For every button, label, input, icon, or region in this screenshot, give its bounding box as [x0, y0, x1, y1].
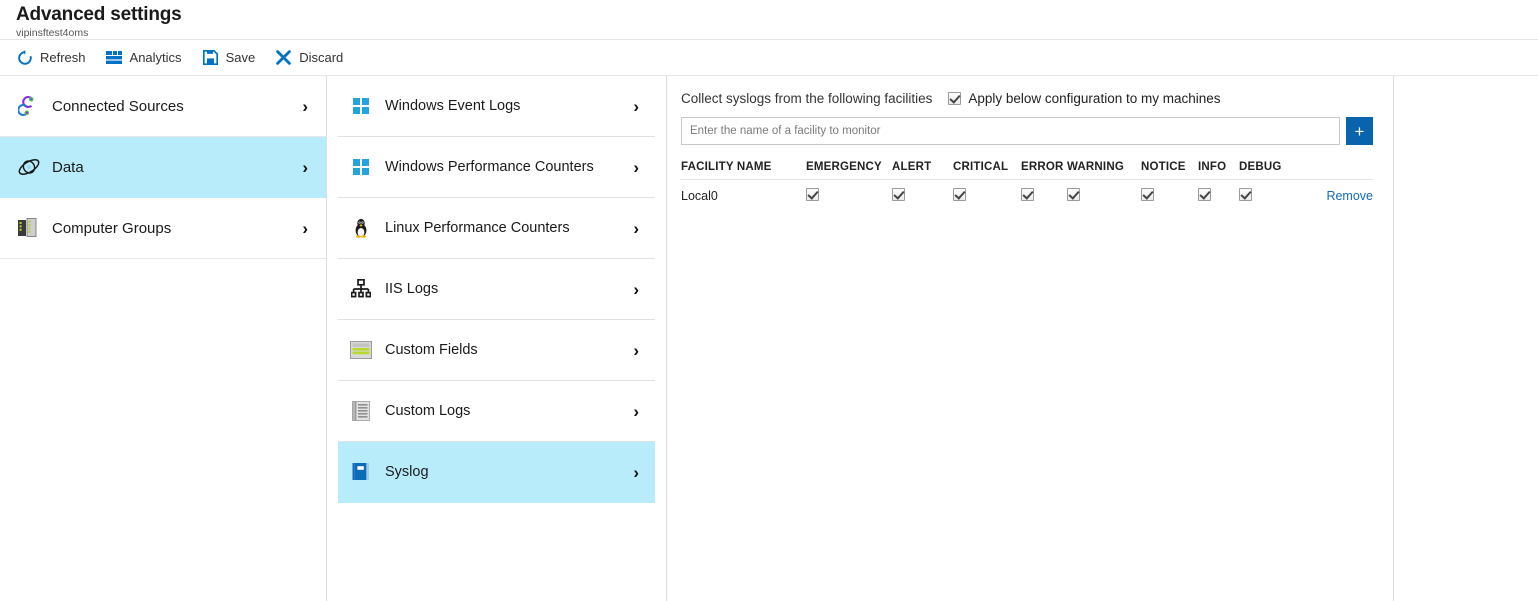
- content-area: Connected Sources › Data ›: [0, 76, 1538, 601]
- page-header: Advanced settings vipinsftest4oms: [0, 0, 1538, 40]
- add-facility-button[interactable]: +: [1346, 117, 1373, 145]
- table-row: Local0 Remove: [681, 180, 1373, 211]
- computer-groups-icon: [14, 217, 44, 239]
- chevron-right-icon: ›: [633, 159, 639, 176]
- chevron-right-icon: ›: [633, 464, 639, 481]
- column-header-info: INFO: [1198, 161, 1239, 180]
- table-header-row: FACILITY NAME EMERGENCY ALERT CRITICAL E…: [681, 161, 1373, 180]
- command-toolbar: Refresh Analytics Save: [0, 40, 1538, 76]
- column-header-debug: DEBUG: [1239, 161, 1301, 180]
- facilities-table: FACILITY NAME EMERGENCY ALERT CRITICAL E…: [681, 161, 1373, 210]
- chevron-right-icon: ›: [302, 220, 308, 237]
- checkbox-error[interactable]: [1021, 188, 1034, 201]
- data-source-windows-event-logs[interactable]: Windows Event Logs ›: [338, 76, 655, 137]
- column-header-actions: [1301, 161, 1373, 180]
- checkbox-critical[interactable]: [953, 188, 966, 201]
- chevron-right-icon: ›: [302, 98, 308, 115]
- linux-penguin-icon: [347, 218, 375, 238]
- apply-config-label: Apply below configuration to my machines: [968, 91, 1220, 106]
- sidebar-item-label: Data: [52, 159, 302, 176]
- syslog-book-icon: [347, 462, 375, 482]
- discard-button[interactable]: Discard: [275, 46, 343, 70]
- data-source-label: Linux Performance Counters: [385, 220, 633, 236]
- data-source-label: Custom Logs: [385, 403, 633, 419]
- custom-logs-document-icon: [347, 401, 375, 421]
- save-icon: [202, 49, 219, 66]
- checkbox-info[interactable]: [1198, 188, 1211, 201]
- page-title: Advanced settings: [16, 4, 1538, 26]
- analytics-label: Analytics: [130, 50, 182, 65]
- sitemap-icon: [347, 279, 375, 299]
- sidebar-item-data[interactable]: Data ›: [0, 137, 326, 198]
- analytics-button[interactable]: Analytics: [106, 46, 182, 70]
- refresh-button[interactable]: Refresh: [16, 46, 86, 70]
- chevron-right-icon: ›: [302, 159, 308, 176]
- data-source-label: Windows Event Logs: [385, 98, 633, 114]
- chevron-right-icon: ›: [633, 281, 639, 298]
- collect-row: Collect syslogs from the following facil…: [681, 88, 1373, 108]
- checkbox-emergency[interactable]: [806, 188, 819, 201]
- refresh-label: Refresh: [40, 50, 86, 65]
- chevron-right-icon: ›: [633, 220, 639, 237]
- data-source-custom-fields[interactable]: Custom Fields ›: [338, 320, 655, 381]
- apply-config-checkbox-box[interactable]: [948, 92, 961, 105]
- custom-fields-table-icon: [347, 341, 375, 359]
- data-source-custom-logs[interactable]: Custom Logs ›: [338, 381, 655, 442]
- checkbox-alert[interactable]: [892, 188, 905, 201]
- data-source-windows-performance-counters[interactable]: Windows Performance Counters ›: [338, 137, 655, 198]
- syslog-config-panel: Collect syslogs from the following facil…: [667, 76, 1394, 601]
- checkbox-warning[interactable]: [1067, 188, 1080, 201]
- column-header-notice: NOTICE: [1141, 161, 1198, 180]
- apply-config-checkbox[interactable]: Apply below configuration to my machines: [948, 91, 1220, 106]
- sidebar-item-computer-groups[interactable]: Computer Groups ›: [0, 198, 326, 259]
- column-header-warning: WARNING: [1067, 161, 1141, 180]
- facility-add-row: +: [681, 117, 1373, 145]
- settings-sidebar: Connected Sources › Data ›: [0, 76, 327, 601]
- data-source-iis-logs[interactable]: IIS Logs ›: [338, 259, 655, 320]
- column-header-alert: ALERT: [892, 161, 953, 180]
- discard-icon: [275, 49, 292, 66]
- checkbox-debug[interactable]: [1239, 188, 1252, 201]
- analytics-icon: [106, 49, 123, 66]
- chevron-right-icon: ›: [633, 98, 639, 115]
- save-label: Save: [226, 50, 256, 65]
- refresh-icon: [16, 49, 33, 66]
- sidebar-item-label: Computer Groups: [52, 220, 302, 237]
- data-source-linux-performance-counters[interactable]: Linux Performance Counters ›: [338, 198, 655, 259]
- column-header-emergency: EMERGENCY: [806, 161, 892, 180]
- windows-logo-icon: [347, 159, 375, 175]
- sidebar-item-connected-sources[interactable]: Connected Sources ›: [0, 76, 326, 137]
- column-header-error: ERROR: [1021, 161, 1067, 180]
- data-source-list: Windows Event Logs › Windows Performance…: [327, 76, 667, 601]
- sidebar-item-label: Connected Sources: [52, 98, 302, 115]
- remove-facility-link[interactable]: Remove: [1326, 189, 1373, 203]
- checkbox-notice[interactable]: [1141, 188, 1154, 201]
- column-header-critical: CRITICAL: [953, 161, 1021, 180]
- chevron-right-icon: ›: [633, 342, 639, 359]
- column-header-facility-name: FACILITY NAME: [681, 161, 806, 180]
- data-icon: [14, 156, 44, 178]
- data-source-label: Custom Fields: [385, 342, 633, 358]
- data-source-label: IIS Logs: [385, 281, 633, 297]
- windows-logo-icon: [347, 98, 375, 114]
- data-source-label: Syslog: [385, 464, 633, 480]
- discard-label: Discard: [299, 50, 343, 65]
- save-button[interactable]: Save: [202, 46, 256, 70]
- workspace-name: vipinsftest4oms: [16, 27, 1538, 40]
- connected-sources-icon: [14, 95, 44, 117]
- facility-name-input[interactable]: [681, 117, 1340, 145]
- data-source-label: Windows Performance Counters: [385, 159, 633, 175]
- data-source-syslog[interactable]: Syslog ›: [338, 442, 655, 503]
- chevron-right-icon: ›: [633, 403, 639, 420]
- collect-facilities-label: Collect syslogs from the following facil…: [681, 91, 932, 106]
- facility-name-cell: Local0: [681, 180, 806, 211]
